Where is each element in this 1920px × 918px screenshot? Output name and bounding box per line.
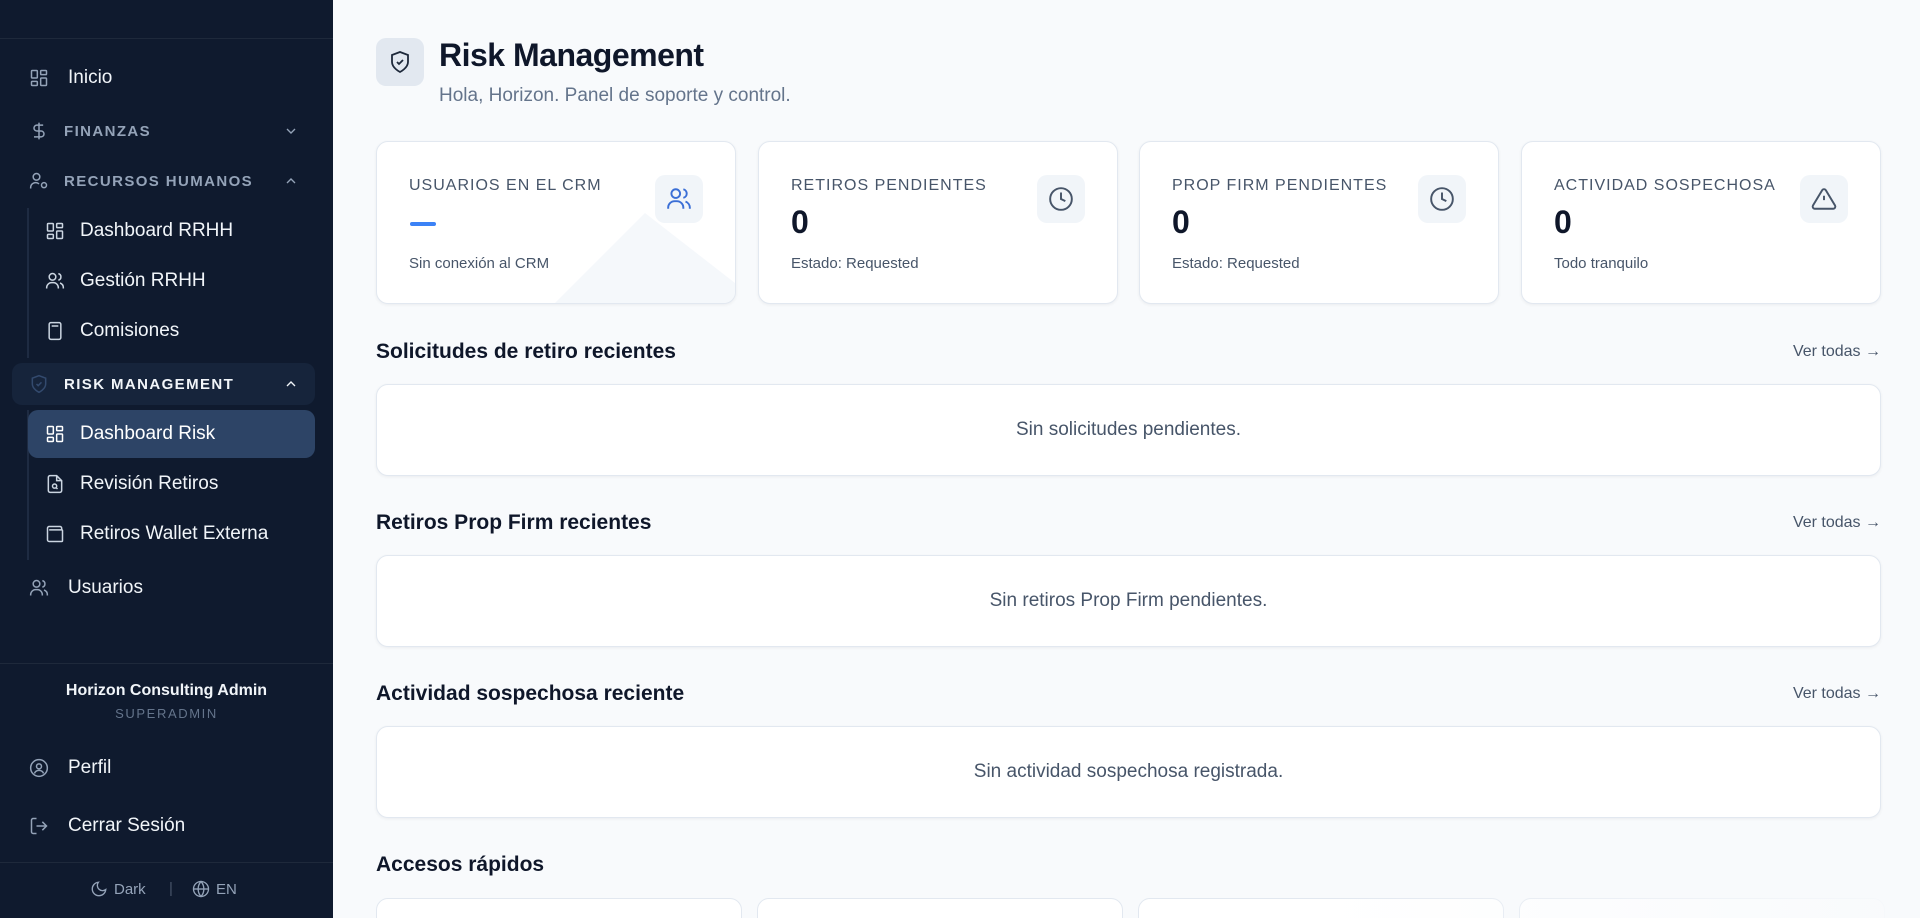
stat-card-retiros-pendientes: RETIROS PENDIENTES 0 Estado: Requested xyxy=(758,141,1118,304)
user-name: Horizon Consulting Admin xyxy=(65,682,268,699)
sidebar-footer-divider xyxy=(0,862,333,863)
section-title-retiros: Solicitudes de retiro recientes xyxy=(376,340,676,363)
prop-firm-empty-panel: Sin retiros Prop Firm pendientes. xyxy=(376,555,1881,647)
sidebar-item-label: Retiros Wallet Externa xyxy=(80,523,269,544)
sidebar-top-divider xyxy=(0,38,333,39)
dashboard-grid-icon xyxy=(44,423,66,445)
sidebar-item-dashboard-rrhh[interactable]: Dashboard RRHH xyxy=(28,207,315,255)
stat-sub: Sin conexión al CRM xyxy=(409,255,550,272)
stat-card-prop-firm-pendientes: PROP FIRM PENDIENTES 0 Estado: Requested xyxy=(1139,141,1499,304)
stat-label: PROP FIRM PENDIENTES xyxy=(1172,177,1388,194)
theme-label: Dark xyxy=(114,880,146,898)
language-label: EN xyxy=(216,880,237,898)
actividad-empty-panel: Sin actividad sospechosa registrada. xyxy=(376,726,1881,818)
page-subtitle: Hola, Horizon. Panel de soporte y contro… xyxy=(439,85,791,106)
calculator-icon xyxy=(44,320,66,342)
dashboard-grid-icon xyxy=(28,67,50,89)
wallet-icon xyxy=(44,523,66,545)
dollar-icon xyxy=(28,120,50,142)
view-all-prop-firm-link[interactable]: Ver todas → xyxy=(1793,514,1881,532)
user-circle-icon xyxy=(28,757,50,779)
users-icon xyxy=(44,270,66,292)
logout-button[interactable]: Cerrar Sesión xyxy=(12,804,315,848)
stat-sub: Todo tranquilo xyxy=(1554,255,1649,272)
sidebar-item-label: Cerrar Sesión xyxy=(68,815,186,836)
shield-check-icon xyxy=(376,38,424,86)
section-title-actividad: Actividad sospechosa reciente xyxy=(376,682,685,705)
stat-card-actividad-sospechosa: ACTIVIDAD SOSPECHOSA 0 Todo tranquilo xyxy=(1521,141,1881,304)
sidebar: Inicio FINANZAS RECURSOS HUMANOS Dashboa… xyxy=(0,0,333,918)
chevron-up-icon xyxy=(286,178,296,184)
sidebar-item-label: Revisión Retiros xyxy=(80,473,219,494)
sidebar-item-dashboard-risk[interactable]: Dashboard Risk xyxy=(28,410,315,458)
quick-access-card[interactable] xyxy=(376,898,742,918)
card-decoration xyxy=(555,213,735,303)
chevron-up-icon xyxy=(286,381,296,387)
footer-separator: | xyxy=(169,880,173,897)
sidebar-item-label: Dashboard RRHH xyxy=(80,220,234,241)
globe-icon xyxy=(192,880,210,898)
stat-label: USUARIOS EN EL CRM xyxy=(409,177,602,194)
sidebar-item-inicio[interactable]: Inicio xyxy=(12,56,315,100)
sidebar-item-label: Perfil xyxy=(68,757,112,778)
file-search-icon xyxy=(44,473,66,495)
sidebar-item-label: Comisiones xyxy=(80,320,180,341)
sidebar-item-label: Gestión RRHH xyxy=(80,270,206,291)
sidebar-item-gestion-rrhh[interactable]: Gestión RRHH xyxy=(28,257,315,305)
page-title: Risk Management xyxy=(439,37,704,73)
quick-access-card[interactable] xyxy=(1519,898,1885,918)
warning-icon xyxy=(1800,175,1848,223)
sidebar-section-finanzas[interactable]: FINANZAS xyxy=(12,110,315,152)
section-label: RECURSOS HUMANOS xyxy=(64,172,254,190)
user-role: SUPERADMIN xyxy=(115,706,218,721)
view-all-actividad-link[interactable]: Ver todas → xyxy=(1793,685,1881,703)
sidebar-item-usuarios[interactable]: Usuarios xyxy=(12,566,315,610)
sidebar-item-perfil[interactable]: Perfil xyxy=(12,746,315,790)
stat-sub: Estado: Requested xyxy=(791,255,919,272)
logout-icon xyxy=(28,815,50,837)
clock-icon xyxy=(1037,175,1085,223)
sidebar-item-comisiones[interactable]: Comisiones xyxy=(28,307,315,355)
section-title-prop-firm: Retiros Prop Firm recientes xyxy=(376,511,652,534)
sidebar-item-label: Dashboard Risk xyxy=(80,423,216,444)
stat-value: 0 xyxy=(1172,204,1190,240)
stat-sub: Estado: Requested xyxy=(1172,255,1300,272)
stat-label: RETIROS PENDIENTES xyxy=(791,177,987,194)
shield-icon xyxy=(28,373,50,395)
language-toggle[interactable]: EN xyxy=(192,880,237,898)
stat-value-placeholder xyxy=(410,222,436,226)
clock-icon xyxy=(1418,175,1466,223)
sidebar-section-recursos-humanos[interactable]: RECURSOS HUMANOS xyxy=(12,160,315,202)
view-all-retiros-link[interactable]: Ver todas → xyxy=(1793,343,1881,361)
stat-label: ACTIVIDAD SOSPECHOSA xyxy=(1554,177,1776,194)
chevron-down-icon xyxy=(286,128,296,134)
sidebar-section-risk-management[interactable]: RISK MANAGEMENT xyxy=(12,363,315,405)
sidebar-item-label: Usuarios xyxy=(68,577,143,598)
stat-card-usuarios-crm: USUARIOS EN EL CRM Sin conexión al CRM xyxy=(376,141,736,304)
quick-access-card[interactable] xyxy=(757,898,1123,918)
users-icon xyxy=(655,175,703,223)
retiros-empty-panel: Sin solicitudes pendientes. xyxy=(376,384,1881,476)
sidebar-item-revision-retiros[interactable]: Revisión Retiros xyxy=(28,460,315,508)
section-label: RISK MANAGEMENT xyxy=(64,375,235,393)
stat-value: 0 xyxy=(1554,204,1572,240)
user-gear-icon xyxy=(28,170,50,192)
sidebar-item-label: Inicio xyxy=(68,67,113,88)
theme-toggle[interactable]: Dark xyxy=(90,880,146,898)
stat-value: 0 xyxy=(791,204,809,240)
users-icon xyxy=(28,577,50,599)
moon-icon xyxy=(91,881,107,897)
dashboard-grid-icon xyxy=(44,220,66,242)
main-content: Risk Management Hola, Horizon. Panel de … xyxy=(333,0,1920,918)
sidebar-item-retiros-wallet-externa[interactable]: Retiros Wallet Externa xyxy=(28,510,315,558)
quick-access-card[interactable] xyxy=(1138,898,1504,918)
section-title-accesos-rapidos: Accesos rápidos xyxy=(376,853,545,876)
sidebar-divider xyxy=(0,663,333,664)
section-label: FINANZAS xyxy=(64,122,152,140)
